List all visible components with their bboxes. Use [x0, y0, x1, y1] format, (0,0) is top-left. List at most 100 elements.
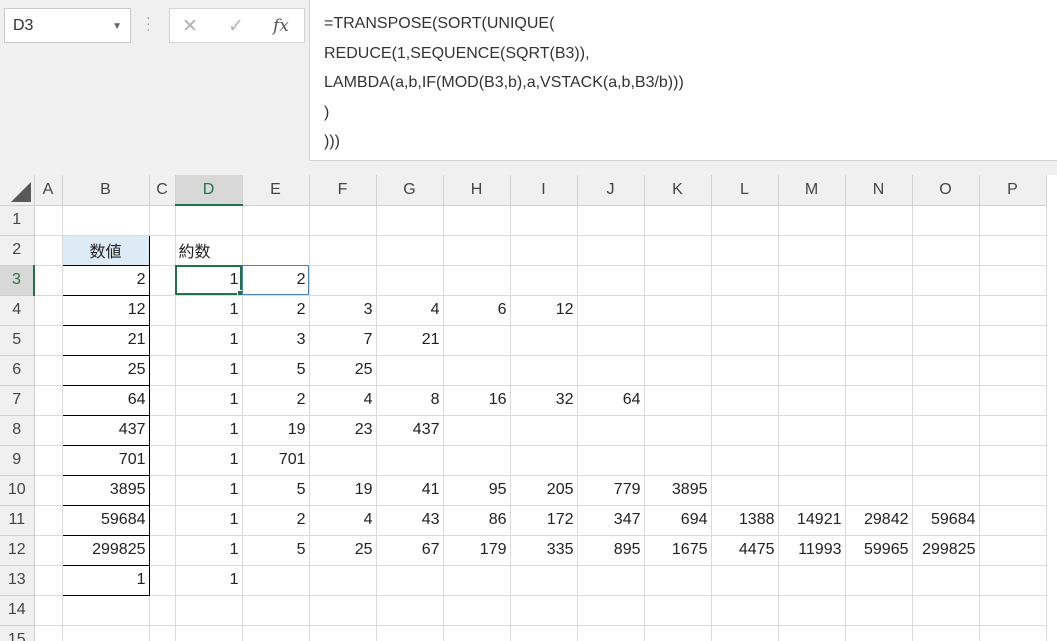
cell-o15[interactable] — [912, 625, 980, 641]
cell-e2[interactable] — [242, 235, 310, 266]
cell-k9[interactable] — [644, 445, 712, 476]
cell-e5[interactable]: 3 — [242, 325, 310, 356]
cell-k15[interactable] — [644, 625, 712, 641]
cell-l5[interactable] — [711, 325, 779, 356]
cell-n8[interactable] — [845, 415, 913, 446]
cell-p9[interactable] — [979, 445, 1047, 476]
cell-a5[interactable] — [34, 325, 63, 356]
cell-l3[interactable] — [711, 265, 779, 296]
cell-e15[interactable] — [242, 625, 310, 641]
cell-a10[interactable] — [34, 475, 63, 506]
cell-n9[interactable] — [845, 445, 913, 476]
cell-k14[interactable] — [644, 595, 712, 626]
cell-e1[interactable] — [242, 205, 310, 236]
cell-g1[interactable] — [376, 205, 444, 236]
cell-p12[interactable] — [979, 535, 1047, 566]
cell-d3[interactable]: 1 — [175, 265, 243, 296]
cell-b12[interactable]: 299825 — [61, 534, 150, 566]
cell-g10[interactable]: 41 — [376, 475, 444, 506]
column-header-b[interactable]: B — [62, 175, 150, 206]
cell-k8[interactable] — [644, 415, 712, 446]
cell-f2[interactable] — [309, 235, 377, 266]
select-all-button[interactable] — [0, 175, 35, 206]
cell-m12[interactable]: 11993 — [778, 535, 846, 566]
cell-n2[interactable] — [845, 235, 913, 266]
cell-i10[interactable]: 205 — [510, 475, 578, 506]
cell-d15[interactable] — [175, 625, 243, 641]
cell-d11[interactable]: 1 — [175, 505, 243, 536]
cell-l2[interactable] — [711, 235, 779, 266]
cell-j10[interactable]: 779 — [577, 475, 645, 506]
cell-j11[interactable]: 347 — [577, 505, 645, 536]
cell-m13[interactable] — [778, 565, 846, 596]
cell-h8[interactable] — [443, 415, 511, 446]
cell-n4[interactable] — [845, 295, 913, 326]
cell-p3[interactable] — [979, 265, 1047, 296]
cell-i6[interactable] — [510, 355, 578, 386]
cell-f5[interactable]: 7 — [309, 325, 377, 356]
cell-d1[interactable] — [175, 205, 243, 236]
cell-k2[interactable] — [644, 235, 712, 266]
cell-k4[interactable] — [644, 295, 712, 326]
cell-h12[interactable]: 179 — [443, 535, 511, 566]
cell-g2[interactable] — [376, 235, 444, 266]
cell-e6[interactable]: 5 — [242, 355, 310, 386]
row-header[interactable]: 12 — [0, 535, 35, 566]
cell-j9[interactable] — [577, 445, 645, 476]
cell-f13[interactable] — [309, 565, 377, 596]
cell-p8[interactable] — [979, 415, 1047, 446]
cell-f10[interactable]: 19 — [309, 475, 377, 506]
cell-o1[interactable] — [912, 205, 980, 236]
cell-p1[interactable] — [979, 205, 1047, 236]
cell-l8[interactable] — [711, 415, 779, 446]
cell-d5[interactable]: 1 — [175, 325, 243, 356]
cell-h6[interactable] — [443, 355, 511, 386]
cell-e9[interactable]: 701 — [242, 445, 310, 476]
cell-b3[interactable]: 2 — [61, 264, 150, 296]
cell-d13[interactable]: 1 — [175, 565, 243, 596]
cell-o7[interactable] — [912, 385, 980, 416]
cell-i13[interactable] — [510, 565, 578, 596]
cell-b7[interactable]: 64 — [61, 384, 150, 416]
cell-m10[interactable] — [778, 475, 846, 506]
cell-p5[interactable] — [979, 325, 1047, 356]
cell-a2[interactable] — [34, 235, 63, 266]
cell-b14[interactable] — [62, 595, 150, 626]
column-header-a[interactable]: A — [34, 175, 63, 206]
cell-h5[interactable] — [443, 325, 511, 356]
cell-o12[interactable]: 299825 — [912, 535, 980, 566]
cell-e10[interactable]: 5 — [242, 475, 310, 506]
cell-a4[interactable] — [34, 295, 63, 326]
row-header[interactable]: 11 — [0, 505, 35, 536]
cell-c14[interactable] — [149, 595, 176, 626]
cell-m7[interactable] — [778, 385, 846, 416]
cell-a6[interactable] — [34, 355, 63, 386]
cell-b11[interactable]: 59684 — [61, 504, 150, 536]
cell-a11[interactable] — [34, 505, 63, 536]
cell-i8[interactable] — [510, 415, 578, 446]
cell-j3[interactable] — [577, 265, 645, 296]
cell-n14[interactable] — [845, 595, 913, 626]
cell-o13[interactable] — [912, 565, 980, 596]
cell-k10[interactable]: 3895 — [644, 475, 712, 506]
column-header-i[interactable]: I — [510, 175, 578, 206]
cell-m9[interactable] — [778, 445, 846, 476]
cell-n1[interactable] — [845, 205, 913, 236]
cell-d2[interactable]: 約数 — [175, 235, 243, 266]
cell-m11[interactable]: 14921 — [778, 505, 846, 536]
row-header[interactable]: 2 — [0, 235, 35, 266]
cell-a12[interactable] — [34, 535, 63, 566]
cell-g5[interactable]: 21 — [376, 325, 444, 356]
cell-i2[interactable] — [510, 235, 578, 266]
cell-l14[interactable] — [711, 595, 779, 626]
cell-k7[interactable] — [644, 385, 712, 416]
cell-d4[interactable]: 1 — [175, 295, 243, 326]
cell-b9[interactable]: 701 — [61, 444, 150, 476]
row-header[interactable]: 10 — [0, 475, 35, 506]
cell-j14[interactable] — [577, 595, 645, 626]
cell-h7[interactable]: 16 — [443, 385, 511, 416]
cell-h4[interactable]: 6 — [443, 295, 511, 326]
cell-n15[interactable] — [845, 625, 913, 641]
cell-p11[interactable] — [979, 505, 1047, 536]
cell-n3[interactable] — [845, 265, 913, 296]
